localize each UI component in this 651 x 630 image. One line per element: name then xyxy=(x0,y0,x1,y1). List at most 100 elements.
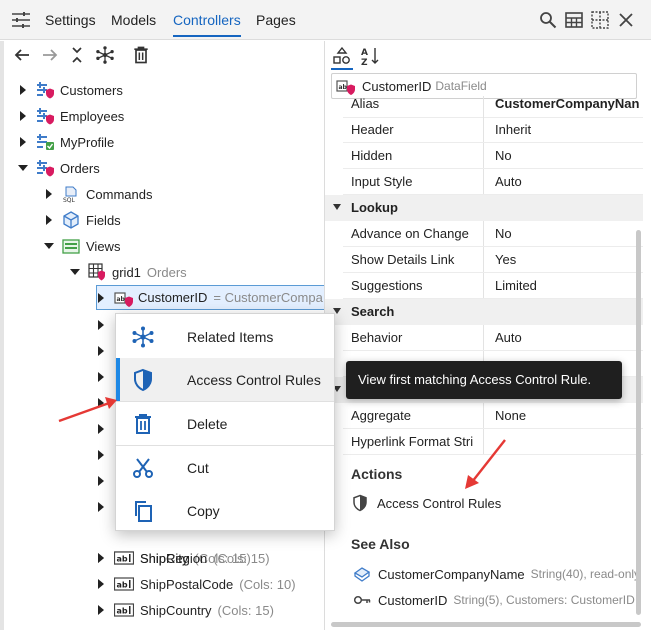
collapse-caret-icon[interactable] xyxy=(70,267,80,277)
menu-item-related-items[interactable]: Related Items xyxy=(116,315,334,358)
tree-item-views[interactable]: Views xyxy=(44,233,120,259)
tree-item-detail: (Cols: 10) xyxy=(239,576,296,592)
property-separator xyxy=(483,117,484,143)
property-row[interactable]: Input Style Auto xyxy=(343,169,643,195)
tab-models[interactable]: Models xyxy=(111,12,156,28)
property-name: Hidden xyxy=(351,148,393,163)
expand-caret-icon[interactable] xyxy=(96,476,106,486)
settings-sliders-icon[interactable] xyxy=(11,11,31,29)
alphabetical-icon[interactable]: A Z xyxy=(360,46,380,66)
collapse-caret-icon[interactable] xyxy=(333,204,341,210)
tree-item-shipregion[interactable]: ShipRegion (Cols: 15) xyxy=(96,545,270,571)
tree-item-label: Orders xyxy=(60,160,100,176)
action-access-control-rules[interactable]: Access Control Rules xyxy=(351,494,501,512)
category-lookup[interactable]: Lookup xyxy=(325,195,643,221)
expand-caret-icon[interactable] xyxy=(18,85,28,95)
see-also-item[interactable]: CustomerCompanyName String(40), read-onl… xyxy=(353,565,640,583)
tree-item-shippostalcode[interactable]: ShipPostalCode (Cols: 10) xyxy=(96,571,296,597)
shield-icon xyxy=(131,368,155,392)
property-value: Inherit xyxy=(495,122,532,137)
tree-item-label: Customers xyxy=(60,82,123,98)
tree-item-customerid[interactable]: CustomerID = CustomerCompa xyxy=(96,285,324,310)
property-row[interactable]: Suggestions Limited xyxy=(343,273,643,299)
textbox-icon xyxy=(114,551,134,565)
property-name: Advance on Change xyxy=(351,226,469,241)
tree-item-commands[interactable]: Commands xyxy=(44,181,152,207)
tree-item-label: MyProfile xyxy=(60,134,115,150)
property-separator xyxy=(483,169,484,195)
tab-controllers[interactable]: Controllers xyxy=(173,12,241,37)
property-separator xyxy=(483,96,484,118)
properties-scrollbar-vertical[interactable] xyxy=(636,230,641,615)
category-title: Lookup xyxy=(351,200,398,215)
property-row[interactable]: Header Inherit xyxy=(343,117,643,143)
expand-caret-icon[interactable] xyxy=(18,137,28,147)
expand-caret-icon[interactable] xyxy=(96,372,106,382)
properties-scrollbar-horizontal[interactable] xyxy=(331,622,641,627)
property-row[interactable]: Advance on Change No xyxy=(343,221,643,247)
collapse-icon[interactable] xyxy=(67,45,87,65)
menu-item-access-control-rules[interactable]: Access Control Rules xyxy=(116,358,334,401)
annotation-arrow-icon xyxy=(465,439,506,489)
property-row[interactable]: Aggregate None xyxy=(343,403,643,429)
active-view-underline xyxy=(331,68,353,70)
property-row[interactable]: Behavior Auto xyxy=(343,325,643,351)
property-row[interactable]: Show Details Link Yes xyxy=(343,247,643,273)
tab-pages[interactable]: Pages xyxy=(256,12,296,28)
collapse-caret-icon[interactable] xyxy=(44,241,54,251)
field-shield-icon xyxy=(336,76,356,96)
expand-caret-icon[interactable] xyxy=(96,579,106,589)
expand-caret-icon[interactable] xyxy=(18,111,28,121)
property-value: None xyxy=(495,408,527,423)
tree-item-detail: Orders xyxy=(146,264,187,280)
menu-item-copy[interactable]: Copy xyxy=(116,489,334,532)
tree-item-label: Fields xyxy=(86,212,121,228)
expand-caret-icon[interactable] xyxy=(96,605,106,615)
annotation-arrow-icon xyxy=(58,397,117,423)
category-title: Search xyxy=(351,304,395,319)
tab-settings[interactable]: Settings xyxy=(45,12,96,28)
trash-icon[interactable] xyxy=(131,45,151,65)
expand-caret-icon[interactable] xyxy=(96,293,106,303)
controller-shield-icon xyxy=(36,81,54,99)
tree-item-orders[interactable]: Orders xyxy=(18,155,100,181)
search-icon[interactable] xyxy=(539,11,557,29)
property-row[interactable]: Alias CustomerCompanyNan xyxy=(343,96,643,118)
expand-caret-icon[interactable] xyxy=(96,553,106,563)
collapse-caret-icon[interactable] xyxy=(18,163,28,173)
tree-item-grid1[interactable]: grid1 Orders xyxy=(70,259,187,285)
tree-item-myprofile[interactable]: MyProfile xyxy=(18,129,114,155)
category-search[interactable]: Search xyxy=(325,299,643,325)
tree-item-customers[interactable]: Customers xyxy=(18,77,123,103)
back-arrow-icon[interactable] xyxy=(12,45,32,65)
tree-item-fields[interactable]: Fields xyxy=(44,207,121,233)
field-icon xyxy=(353,567,371,582)
tree-item-label: Employees xyxy=(60,108,125,124)
expand-caret-icon[interactable] xyxy=(44,215,54,225)
expand-caret-icon[interactable] xyxy=(96,346,106,356)
property-name: Show Details Link xyxy=(351,252,455,267)
expand-caret-icon[interactable] xyxy=(96,502,106,512)
dotted-grid-icon[interactable] xyxy=(591,11,609,29)
expand-caret-icon[interactable] xyxy=(44,189,54,199)
expand-caret-icon[interactable] xyxy=(96,450,106,460)
menu-item-cut[interactable]: Cut xyxy=(116,446,334,489)
hierarchy-icon[interactable] xyxy=(95,45,115,65)
forward-arrow-icon[interactable] xyxy=(40,45,60,65)
grid-icon[interactable] xyxy=(565,11,583,29)
tree-item-employees[interactable]: Employees xyxy=(18,103,124,129)
grid-view-icon xyxy=(88,263,106,281)
tooltip: View first matching Access Control Rule. xyxy=(346,361,622,399)
categorized-icon[interactable] xyxy=(332,46,352,66)
close-icon[interactable] xyxy=(617,11,635,29)
selected-object-name: CustomerID xyxy=(362,78,432,94)
context-menu: Related Items Access Control Rules Delet… xyxy=(115,313,335,531)
property-row[interactable]: Hidden No xyxy=(343,143,643,169)
see-also-item[interactable]: CustomerID String(5), Customers: Custome… xyxy=(353,591,635,609)
property-separator xyxy=(483,143,484,169)
property-value: No xyxy=(495,148,512,163)
expand-caret-icon[interactable] xyxy=(96,320,106,330)
menu-item-delete[interactable]: Delete xyxy=(116,402,334,445)
tree-item-shipcountry[interactable]: ShipCountry (Cols: 15) xyxy=(96,597,274,623)
controller-shield-icon xyxy=(36,159,54,177)
